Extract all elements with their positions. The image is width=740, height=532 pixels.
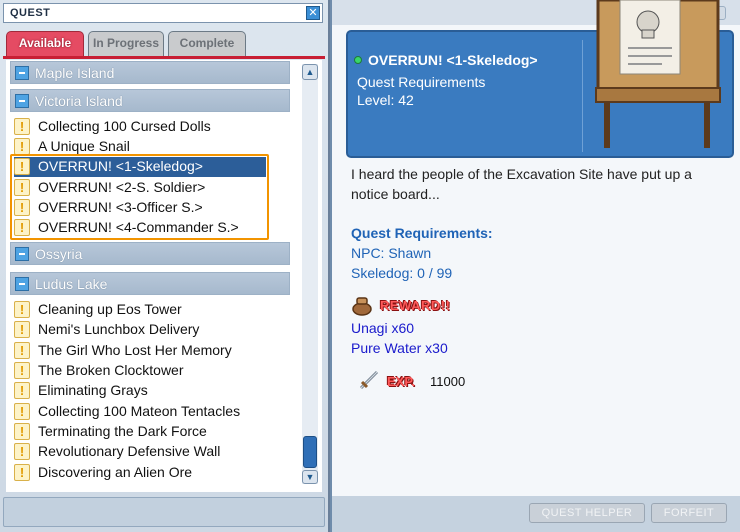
card-divider xyxy=(582,40,583,152)
status-dot-icon xyxy=(354,56,362,64)
category-ludus-lake[interactable]: Ludus Lake xyxy=(10,272,290,295)
category-ossyria[interactable]: Ossyria xyxy=(10,242,290,265)
category-victoria-island[interactable]: Victoria Island xyxy=(10,89,290,112)
quest-item[interactable]: ! Eliminating Grays xyxy=(14,381,286,401)
reward-bag-icon xyxy=(352,297,372,316)
collapse-icon[interactable] xyxy=(15,66,29,80)
scrollbar-thumb[interactable] xyxy=(303,436,317,468)
quest-item[interactable]: ! Terminating the Dark Force xyxy=(14,422,286,442)
quest-detail-title: OVERRUN! <1-Skeledog> xyxy=(368,52,538,68)
forfeit-button[interactable]: FORFEIT xyxy=(651,503,727,523)
exp-sword-icon xyxy=(359,370,379,390)
tab-underline xyxy=(3,56,325,59)
quest-level: Level: 42 xyxy=(357,92,414,108)
quest-label: Collecting 100 Cursed Dolls xyxy=(38,118,211,134)
quest-label: Eliminating Grays xyxy=(38,382,148,398)
collapse-icon[interactable] xyxy=(15,94,29,108)
quest-available-icon: ! xyxy=(14,403,30,420)
tab-complete[interactable]: Complete xyxy=(168,31,246,56)
quest-available-icon: ! xyxy=(14,301,30,318)
requirement-kill-count: Skeledog: 0 / 99 xyxy=(351,265,453,281)
collapse-icon[interactable] xyxy=(15,247,29,261)
category-label: Victoria Island xyxy=(35,93,123,109)
quest-item[interactable]: ! Cleaning up Eos Tower xyxy=(14,300,286,320)
quest-item[interactable]: ! Collecting 100 Mateon Tentacles xyxy=(14,402,286,422)
quest-helper-button[interactable]: QUEST HELPER xyxy=(529,503,645,523)
quest-available-icon: ! xyxy=(14,362,30,379)
exp-value: 11000 xyxy=(430,374,466,389)
category-maple-island[interactable]: Maple Island xyxy=(10,61,290,84)
requirement-npc: NPC: Shawn xyxy=(351,245,432,261)
scroll-up-icon[interactable]: ▲ xyxy=(302,64,318,80)
reward-item: Unagi x60 xyxy=(351,320,415,336)
window-title: QUEST xyxy=(10,7,51,19)
category-label: Ludus Lake xyxy=(35,276,108,292)
quest-label: Collecting 100 Mateon Tentacles xyxy=(38,403,241,419)
notice-board-icon xyxy=(595,0,721,148)
quest-list: Maple Island Victoria Island ! Collectin… xyxy=(6,60,322,492)
quest-available-icon: ! xyxy=(14,464,30,481)
quest-available-icon: ! xyxy=(14,423,30,440)
quest-available-icon: ! xyxy=(14,138,30,155)
quest-available-icon: ! xyxy=(14,443,30,460)
quest-available-icon: ! xyxy=(14,382,30,399)
quest-list-panel: QUEST ✕ Available In Progress Complete M… xyxy=(0,0,330,532)
quest-label: Discovering an Alien Ore xyxy=(38,464,193,480)
quest-label: The Broken Clocktower xyxy=(38,362,184,378)
quest-label: The Girl Who Lost Her Memory xyxy=(38,342,232,358)
quest-available-icon: ! xyxy=(14,321,30,338)
highlight-frame xyxy=(10,154,269,240)
quest-item[interactable]: ! Nemi's Lunchbox Delivery xyxy=(14,320,286,340)
scrollbar-track[interactable] xyxy=(302,64,318,484)
quest-available-icon: ! xyxy=(14,118,30,135)
tab-in-progress[interactable]: In Progress xyxy=(88,31,164,56)
quest-label: Cleaning up Eos Tower xyxy=(38,301,182,317)
quest-item[interactable]: ! The Girl Who Lost Her Memory xyxy=(14,341,286,361)
scroll-down-icon[interactable]: ▼ xyxy=(302,470,318,484)
quest-description: I heard the people of the Excavation Sit… xyxy=(351,166,692,202)
quest-label: Revolutionary Defensive Wall xyxy=(38,443,221,459)
list-footer xyxy=(3,497,325,527)
category-label: Ossyria xyxy=(35,246,83,262)
quest-item[interactable]: ! Collecting 100 Cursed Dolls xyxy=(14,117,286,137)
quest-item[interactable]: ! Discovering an Alien Ore xyxy=(14,463,286,483)
requirements-heading: Quest Requirements: xyxy=(351,225,493,241)
tab-available[interactable]: Available xyxy=(6,31,84,56)
reward-title: REWARD!! xyxy=(380,298,451,313)
quest-label: A Unique Snail xyxy=(38,138,130,154)
close-icon[interactable]: ✕ xyxy=(306,6,320,20)
quest-title-bar: QUEST ✕ xyxy=(3,3,323,23)
quest-available-icon: ! xyxy=(14,342,30,359)
category-label: Maple Island xyxy=(35,65,115,81)
quest-label: Terminating the Dark Force xyxy=(38,423,207,439)
quest-item[interactable]: ! The Broken Clocktower xyxy=(14,361,286,381)
quest-req-label: Quest Requirements xyxy=(357,74,486,90)
quest-item[interactable]: ! Revolutionary Defensive Wall xyxy=(14,442,286,462)
collapse-icon[interactable] xyxy=(15,277,29,291)
reward-item: Pure Water x30 xyxy=(351,340,448,356)
quest-label: Nemi's Lunchbox Delivery xyxy=(38,321,200,337)
exp-label: EXP. xyxy=(387,374,415,389)
